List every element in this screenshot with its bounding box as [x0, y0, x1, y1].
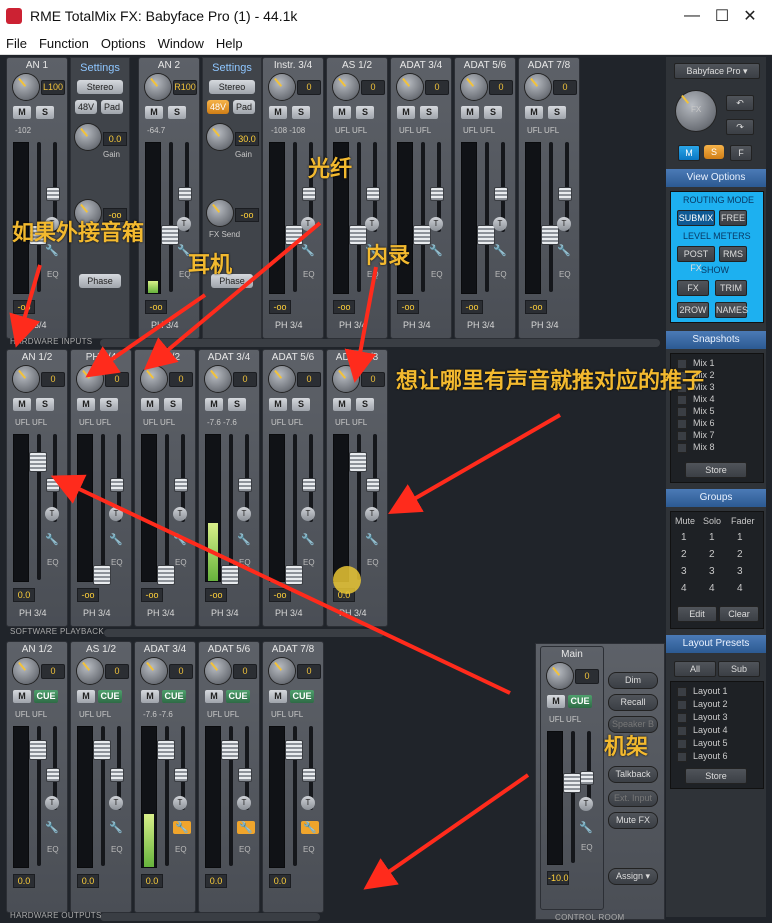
menu-bar: File Function Options Window Help — [0, 32, 772, 55]
red-arrow — [9, 264, 42, 348]
annotation-arrows — [9, 221, 561, 890]
menu-window[interactable]: Window — [152, 36, 210, 51]
menu-options[interactable]: Options — [95, 36, 152, 51]
red-arrow — [143, 221, 322, 371]
red-arrow — [344, 266, 378, 383]
close-button[interactable]: ✕ — [730, 0, 770, 32]
red-arrow — [363, 773, 530, 890]
title-bar: RME TotalMix FX: Babyface Pro (1) - 44.1… — [0, 0, 772, 32]
menu-file[interactable]: File — [0, 36, 33, 51]
window-title: RME TotalMix FX: Babyface Pro (1) - 44.1… — [30, 8, 298, 24]
mixer-workspace: AN 1 L100 M S -102 T 🔧 EQ -oo PH 3/4 AN 2 R100 M S -64… — [0, 55, 772, 923]
red-arrow — [50, 474, 511, 695]
menu-function[interactable]: Function — [33, 36, 95, 51]
cursor-highlight — [333, 566, 361, 594]
red-arrow — [388, 413, 561, 514]
menu-help[interactable]: Help — [210, 36, 249, 51]
app-icon — [6, 8, 22, 24]
